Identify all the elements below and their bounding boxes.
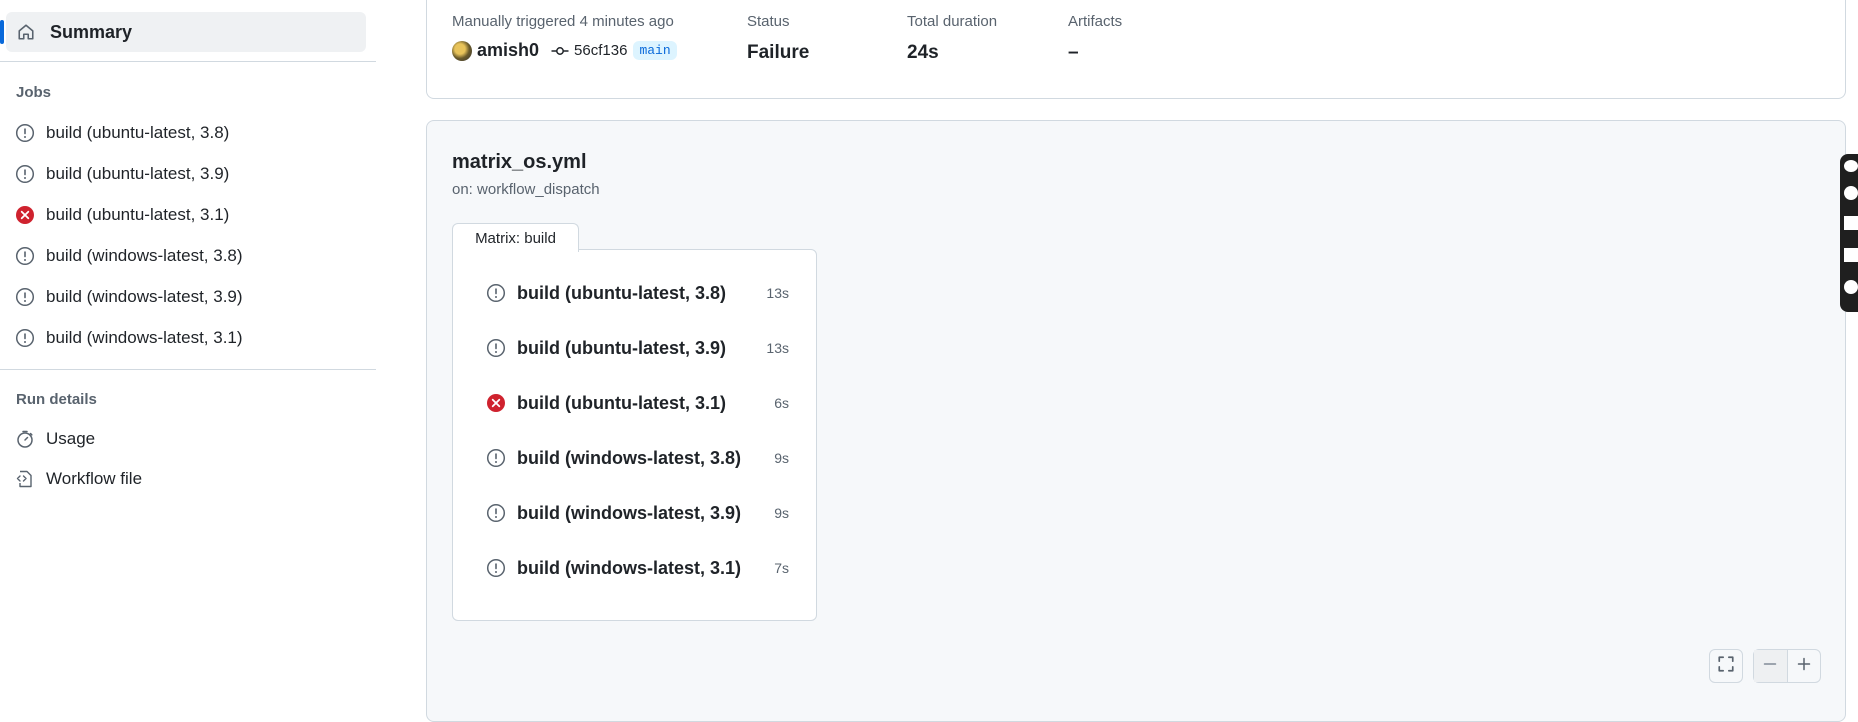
graph-job-node[interactable]: build (windows-latest, 3.1) 7s: [485, 553, 789, 583]
alert-circle-icon: [485, 447, 507, 469]
sidebar-job-label: build (ubuntu-latest, 3.1): [46, 205, 230, 224]
sidebar-job-item[interactable]: build (ubuntu-latest, 3.8): [14, 118, 229, 148]
trigger-text: Manually triggered 4 minutes ago: [452, 13, 674, 30]
x-circle-fill-icon: [485, 392, 507, 414]
minus-icon: [1762, 656, 1778, 677]
sidebar: Summary Jobs build (ubuntu-latest, 3.8) …: [0, 0, 376, 698]
sidebar-job-label: build (ubuntu-latest, 3.9): [46, 164, 230, 183]
workflow-graph-card: matrix_os.yml on: workflow_dispatch Matr…: [426, 120, 1846, 722]
graph-job-node[interactable]: build (ubuntu-latest, 3.9) 13s: [485, 333, 789, 363]
run-summary-card: Manually triggered 4 minutes ago amish0 …: [426, 0, 1846, 99]
alert-circle-icon: [485, 337, 507, 359]
job-name: build (ubuntu-latest, 3.1): [517, 392, 726, 413]
toolbar-icon[interactable]: [1844, 160, 1858, 172]
fullscreen-button[interactable]: [1709, 649, 1743, 683]
sidebar-item-label: Usage: [46, 429, 96, 448]
job-name: build (ubuntu-latest, 3.8): [517, 282, 726, 303]
job-duration: 13s: [766, 340, 789, 356]
sidebar-item-workflow-file[interactable]: Workflow file: [14, 464, 142, 494]
screen-full-icon: [1717, 655, 1735, 678]
graph-job-node[interactable]: build (ubuntu-latest, 3.8) 13s: [485, 278, 789, 308]
commit-sha-link[interactable]: 56cf136: [574, 42, 627, 59]
gear-icon[interactable]: [1844, 280, 1858, 294]
alert-circle-icon: [14, 163, 36, 185]
alert-circle-icon: [14, 122, 36, 144]
duration-value: 24s: [907, 42, 939, 63]
artifacts-meta: Artifacts –: [1068, 13, 1122, 64]
sidebar-job-label: build (windows-latest, 3.1): [46, 328, 243, 347]
toolbar-icon[interactable]: [1844, 186, 1858, 200]
toolbar-icon[interactable]: [1844, 248, 1858, 262]
actor-row: amish0 56cf136 main: [452, 40, 677, 61]
alert-circle-icon: [14, 327, 36, 349]
actor-name[interactable]: amish0: [477, 40, 539, 61]
x-circle-fill-icon: [14, 204, 36, 226]
job-duration: 7s: [774, 560, 789, 576]
artifacts-label: Artifacts: [1068, 13, 1123, 30]
matrix-label: Matrix: build: [452, 223, 579, 252]
git-commit-icon: [551, 45, 569, 57]
sidebar-job-item[interactable]: build (ubuntu-latest, 3.1): [14, 200, 229, 230]
divider: [0, 369, 376, 370]
sidebar-item-label: Workflow file: [46, 469, 143, 488]
job-duration: 13s: [766, 285, 789, 301]
sidebar-item-summary[interactable]: Summary: [0, 12, 366, 52]
sidebar-job-label: build (ubuntu-latest, 3.8): [46, 123, 230, 142]
alert-circle-icon: [485, 282, 507, 304]
graph-job-node[interactable]: build (windows-latest, 3.9) 9s: [485, 498, 789, 528]
matrix-group: build (ubuntu-latest, 3.8) 13s build (ub…: [452, 249, 817, 621]
workflow-name: matrix_os.yml: [452, 151, 587, 173]
branch-badge[interactable]: main: [633, 41, 677, 60]
alert-circle-icon: [14, 286, 36, 308]
sidebar-job-label: build (windows-latest, 3.9): [46, 287, 243, 306]
sidebar-job-item[interactable]: build (windows-latest, 3.1): [14, 323, 243, 353]
job-name: build (windows-latest, 3.9): [517, 502, 742, 523]
trigger-meta: Manually triggered 4 minutes ago amish0 …: [452, 13, 677, 61]
job-name: build (windows-latest, 3.1): [517, 557, 742, 578]
artifacts-value: –: [1068, 42, 1079, 63]
alert-circle-icon: [14, 245, 36, 267]
divider: [0, 61, 376, 62]
job-duration: 6s: [774, 395, 789, 411]
zoom-in-button[interactable]: [1788, 650, 1821, 682]
home-icon: [16, 22, 36, 42]
status-meta: Status Failure: [747, 13, 809, 64]
jobs-section-title: Jobs: [16, 84, 52, 101]
stopwatch-icon: [14, 428, 36, 450]
graph-job-node[interactable]: build (windows-latest, 3.8) 9s: [485, 443, 789, 473]
sidebar-job-label: build (windows-latest, 3.8): [46, 246, 243, 265]
floating-toolbar[interactable]: [1840, 154, 1858, 312]
zoom-controls: [1753, 649, 1821, 683]
duration-label: Total duration: [907, 13, 998, 30]
job-duration: 9s: [774, 450, 789, 466]
job-duration: 9s: [774, 505, 789, 521]
graph-job-node[interactable]: build (ubuntu-latest, 3.1) 6s: [485, 388, 789, 418]
avatar[interactable]: [452, 40, 472, 61]
sidebar-item-label: Summary: [50, 21, 133, 42]
alert-circle-icon: [485, 502, 507, 524]
job-name: build (ubuntu-latest, 3.9): [517, 337, 726, 358]
sidebar-job-item[interactable]: build (windows-latest, 3.8): [14, 241, 243, 271]
sidebar-job-item[interactable]: build (windows-latest, 3.9): [14, 282, 243, 312]
run-details-section-title: Run details: [16, 391, 97, 408]
zoom-out-button[interactable]: [1754, 650, 1788, 682]
status-value: Failure: [747, 42, 810, 63]
alert-circle-icon: [485, 557, 507, 579]
sidebar-job-item[interactable]: build (ubuntu-latest, 3.9): [14, 159, 229, 189]
toolbar-icon[interactable]: [1844, 216, 1858, 230]
sidebar-item-usage[interactable]: Usage: [14, 424, 95, 454]
file-code-icon: [14, 468, 36, 490]
plus-icon: [1796, 656, 1812, 677]
selected-indicator: [0, 20, 4, 44]
duration-meta: Total duration 24s: [907, 13, 997, 64]
status-label: Status: [747, 13, 790, 30]
workflow-trigger: on: workflow_dispatch: [452, 181, 600, 198]
job-name: build (windows-latest, 3.8): [517, 447, 742, 468]
